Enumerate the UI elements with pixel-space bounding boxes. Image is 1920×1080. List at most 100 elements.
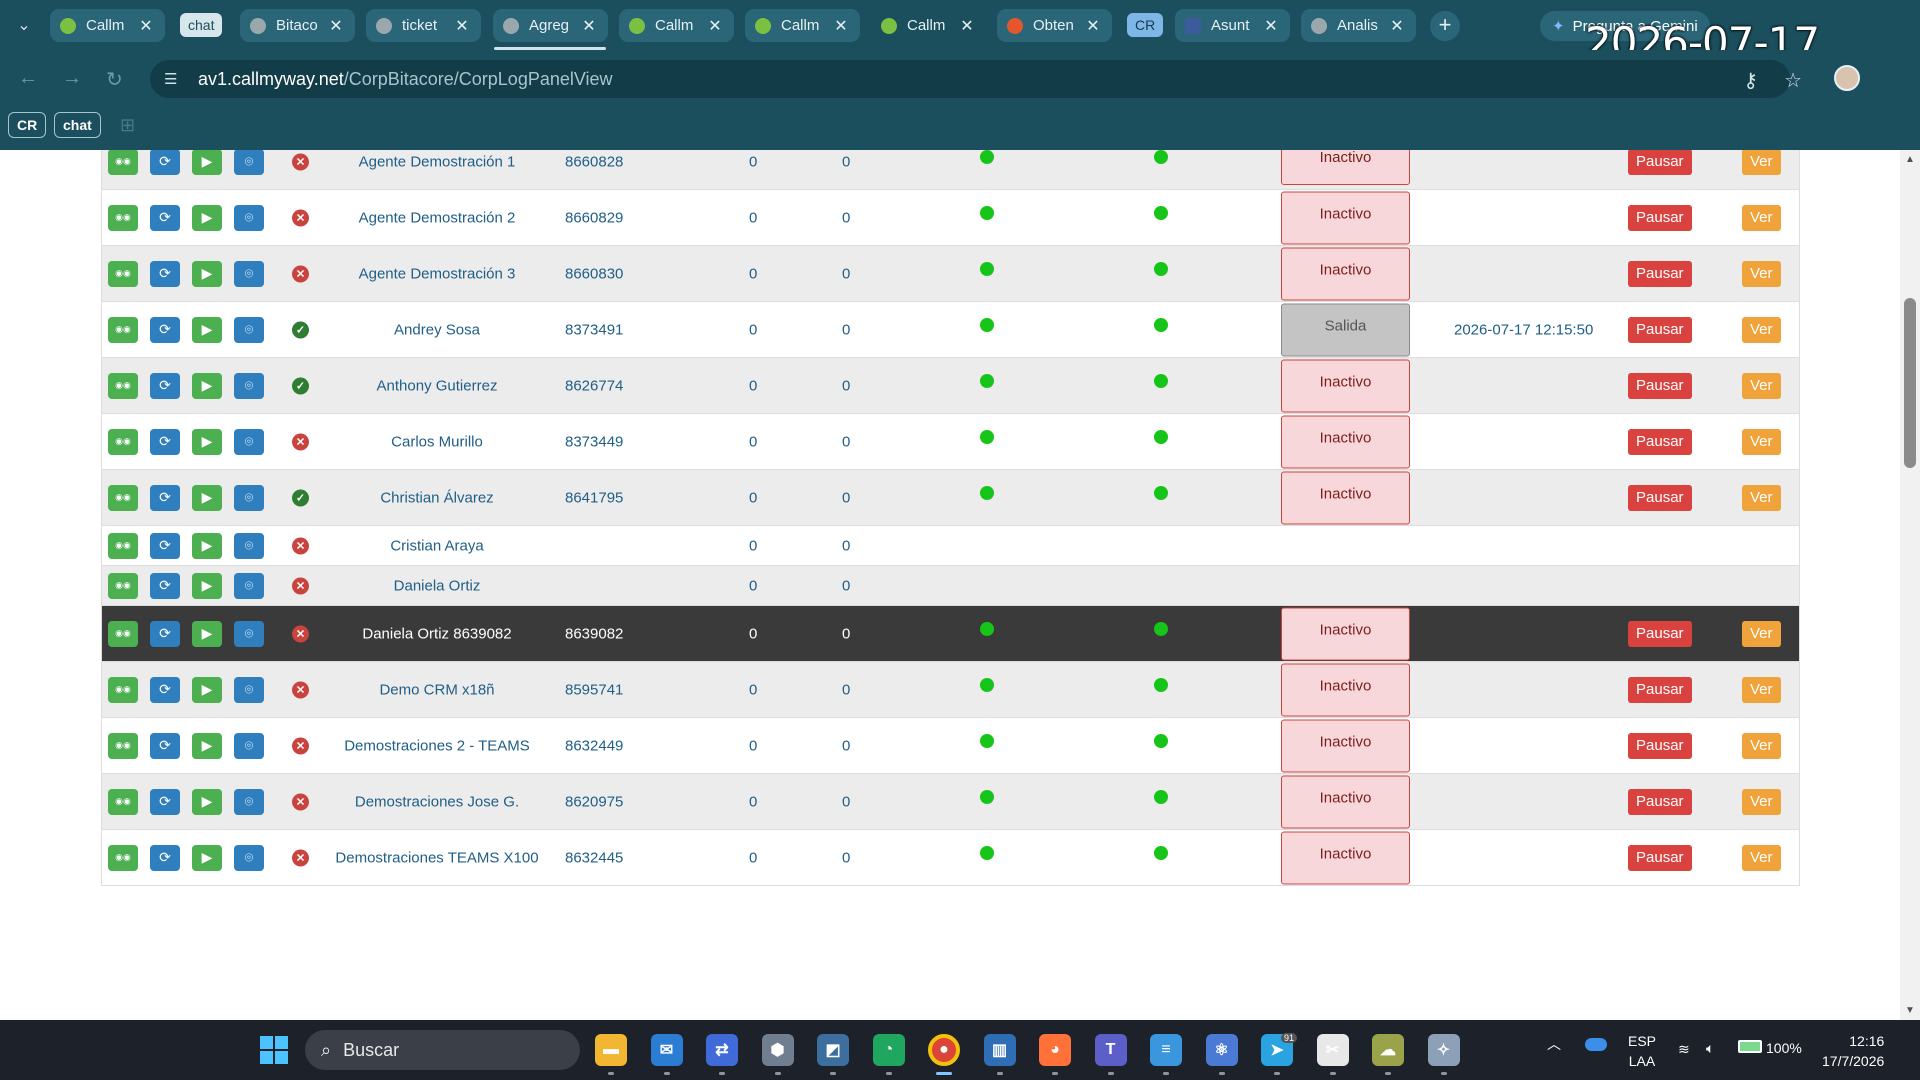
outlook-icon[interactable]: ✉	[650, 1034, 683, 1066]
agent-row[interactable]: ◉◉ ⟳ ▶ ⌾ ✕ Agente Demostración 1 8660828 0 0 Inac…	[102, 150, 1799, 190]
agent-row[interactable]: ◉◉ ⟳ ▶ ⌾ ✕ Daniela Ortiz 8639082 8639082 0 0 Inac…	[102, 606, 1799, 662]
spy-glasses-button[interactable]: ◉◉	[108, 484, 138, 511]
camera-button[interactable]: ⌾	[234, 844, 264, 871]
spy-glasses-button[interactable]: ◉◉	[108, 844, 138, 871]
refresh-button[interactable]: ⟳	[150, 620, 180, 647]
close-tab-icon[interactable]: ✕	[1262, 16, 1280, 36]
ver-button[interactable]: Ver	[1742, 150, 1781, 175]
ver-button[interactable]: Ver	[1742, 484, 1781, 511]
spy-glasses-button[interactable]: ◉◉	[108, 532, 138, 559]
ver-button[interactable]: Ver	[1742, 428, 1781, 455]
volume-icon[interactable]: 🔈︎	[1706, 1040, 1714, 1057]
notepad-icon[interactable]: ≡	[1150, 1034, 1182, 1066]
scrollbar-thumb[interactable]	[1904, 298, 1916, 468]
video-camera-button[interactable]: ▶	[192, 532, 222, 559]
pausar-button[interactable]: Pausar	[1628, 788, 1692, 815]
spy-glasses-button[interactable]: ◉◉	[108, 316, 138, 343]
ver-button[interactable]: Ver	[1742, 620, 1781, 647]
onedrive-cloud-icon[interactable]	[1585, 1038, 1607, 1051]
tab-group-cr[interactable]: CR	[1127, 13, 1164, 37]
back-arrow-icon[interactable]: ←	[18, 67, 38, 90]
ver-button[interactable]: Ver	[1742, 372, 1781, 399]
pausar-button[interactable]: Pausar	[1628, 844, 1692, 871]
tab-analisis[interactable]: Analis ✕	[1301, 9, 1416, 42]
video-camera-button[interactable]: ▶	[192, 732, 222, 759]
pausar-button[interactable]: Pausar	[1628, 260, 1692, 287]
new-tab-button[interactable]: +	[1430, 11, 1460, 41]
refresh-button[interactable]: ⟳	[150, 788, 180, 815]
tab-callmyway-2[interactable]: Callm ✕	[619, 9, 734, 42]
scroll-up-icon[interactable]: ▲	[1905, 154, 1915, 165]
close-tab-icon[interactable]: ✕	[1388, 16, 1406, 36]
camera-button[interactable]: ⌾	[234, 572, 264, 599]
agent-row[interactable]: ◉◉ ⟳ ▶ ⌾ ✕ Daniela Ortiz 0 0	[102, 566, 1799, 606]
tab-group-chat[interactable]: chat	[180, 13, 223, 37]
taskbar-clock[interactable]: 12:16 17/7/2026	[1822, 1031, 1884, 1071]
wifi-icon[interactable]: ≋	[1678, 1041, 1690, 1058]
spy-glasses-button[interactable]: ◉◉	[108, 372, 138, 399]
video-camera-button[interactable]: ▶	[192, 620, 222, 647]
edge-icon[interactable]: ◔	[872, 1034, 905, 1066]
spy-glasses-button[interactable]: ◉◉	[108, 428, 138, 455]
books-icon[interactable]: ▥	[983, 1034, 1016, 1066]
agent-row[interactable]: ◉◉ ⟳ ▶ ⌾ ✕ Demostraciones 2 - TEAMS 8632449 0 0 I…	[102, 718, 1799, 774]
refresh-button[interactable]: ⟳	[150, 428, 180, 455]
tab-callmyway-active[interactable]: Callm ✕	[871, 9, 986, 42]
video-camera-button[interactable]: ▶	[192, 150, 222, 175]
refresh-button[interactable]: ⟳	[150, 572, 180, 599]
video-camera-button[interactable]: ▶	[192, 484, 222, 511]
page-scrollbar[interactable]: ▲ ▼	[1900, 150, 1920, 1020]
camera-button[interactable]: ⌾	[234, 484, 264, 511]
camera-button[interactable]: ⌾	[234, 204, 264, 231]
spy-glasses-button[interactable]: ◉◉	[108, 260, 138, 287]
tab-search-icon[interactable]: ⌄	[12, 14, 36, 38]
pausar-button[interactable]: Pausar	[1628, 372, 1692, 399]
video-camera-button[interactable]: ▶	[192, 428, 222, 455]
chrome-icon[interactable]: ●	[928, 1034, 960, 1066]
apps-grid-icon[interactable]: ⊞	[120, 115, 135, 136]
camera-button[interactable]: ⌾	[234, 620, 264, 647]
satellite-icon[interactable]: ✧	[1427, 1034, 1460, 1066]
bookmark-star-icon[interactable]: ☆	[1784, 68, 1802, 93]
spy-glasses-button[interactable]: ◉◉	[108, 788, 138, 815]
camera-button[interactable]: ⌾	[234, 316, 264, 343]
spy-glasses-button[interactable]: ◉◉	[108, 150, 138, 175]
camera-button[interactable]: ⌾	[234, 260, 264, 287]
firefox-icon[interactable]: ◕	[1039, 1034, 1071, 1066]
tab-obtener[interactable]: Obten ✕	[997, 9, 1112, 42]
ver-button[interactable]: Ver	[1742, 316, 1781, 343]
ver-button[interactable]: Ver	[1742, 260, 1781, 287]
ver-button[interactable]: Ver	[1742, 844, 1781, 871]
teams-icon[interactable]: T	[1094, 1034, 1127, 1066]
video-camera-button[interactable]: ▶	[192, 572, 222, 599]
close-tab-icon[interactable]: ✕	[1084, 16, 1102, 36]
ver-button[interactable]: Ver	[1742, 732, 1781, 759]
windows-start-icon[interactable]	[260, 1036, 288, 1064]
pausar-button[interactable]: Pausar	[1628, 204, 1692, 231]
tab-bitacore[interactable]: Bitaco ✕	[240, 9, 355, 42]
video-camera-button[interactable]: ▶	[192, 204, 222, 231]
video-camera-button[interactable]: ▶	[192, 316, 222, 343]
bookmark-cr[interactable]: CR	[8, 112, 47, 138]
video-camera-button[interactable]: ▶	[192, 676, 222, 703]
camera-button[interactable]: ⌾	[234, 732, 264, 759]
pausar-button[interactable]: Pausar	[1628, 620, 1692, 647]
pausar-button[interactable]: Pausar	[1628, 676, 1692, 703]
tab-callmyway-3[interactable]: Callm ✕	[745, 9, 860, 42]
refresh-button[interactable]: ⟳	[150, 372, 180, 399]
tab-ticket[interactable]: ticket ✕	[366, 9, 481, 42]
tab-agregar[interactable]: Agreg ✕	[493, 9, 608, 42]
refresh-button[interactable]: ⟳	[150, 316, 180, 343]
password-key-icon[interactable]: ⚷	[1743, 68, 1758, 93]
profile-avatar[interactable]	[1834, 65, 1860, 91]
show-hidden-icons-icon[interactable]: ︿	[1547, 1034, 1561, 1054]
pausar-button[interactable]: Pausar	[1628, 732, 1692, 759]
camera-button[interactable]: ⌾	[234, 150, 264, 175]
agent-row[interactable]: ◉◉ ⟳ ▶ ⌾ ✕ Demostraciones TEAMS X100 8632445 0 0…	[102, 830, 1799, 886]
spy-glasses-button[interactable]: ◉◉	[108, 204, 138, 231]
refresh-button[interactable]: ⟳	[150, 150, 180, 175]
bookmark-chat[interactable]: chat	[54, 112, 101, 138]
camera-button[interactable]: ⌾	[234, 788, 264, 815]
azure-data-studio-icon[interactable]: ◩	[817, 1034, 849, 1066]
video-camera-button[interactable]: ▶	[192, 372, 222, 399]
